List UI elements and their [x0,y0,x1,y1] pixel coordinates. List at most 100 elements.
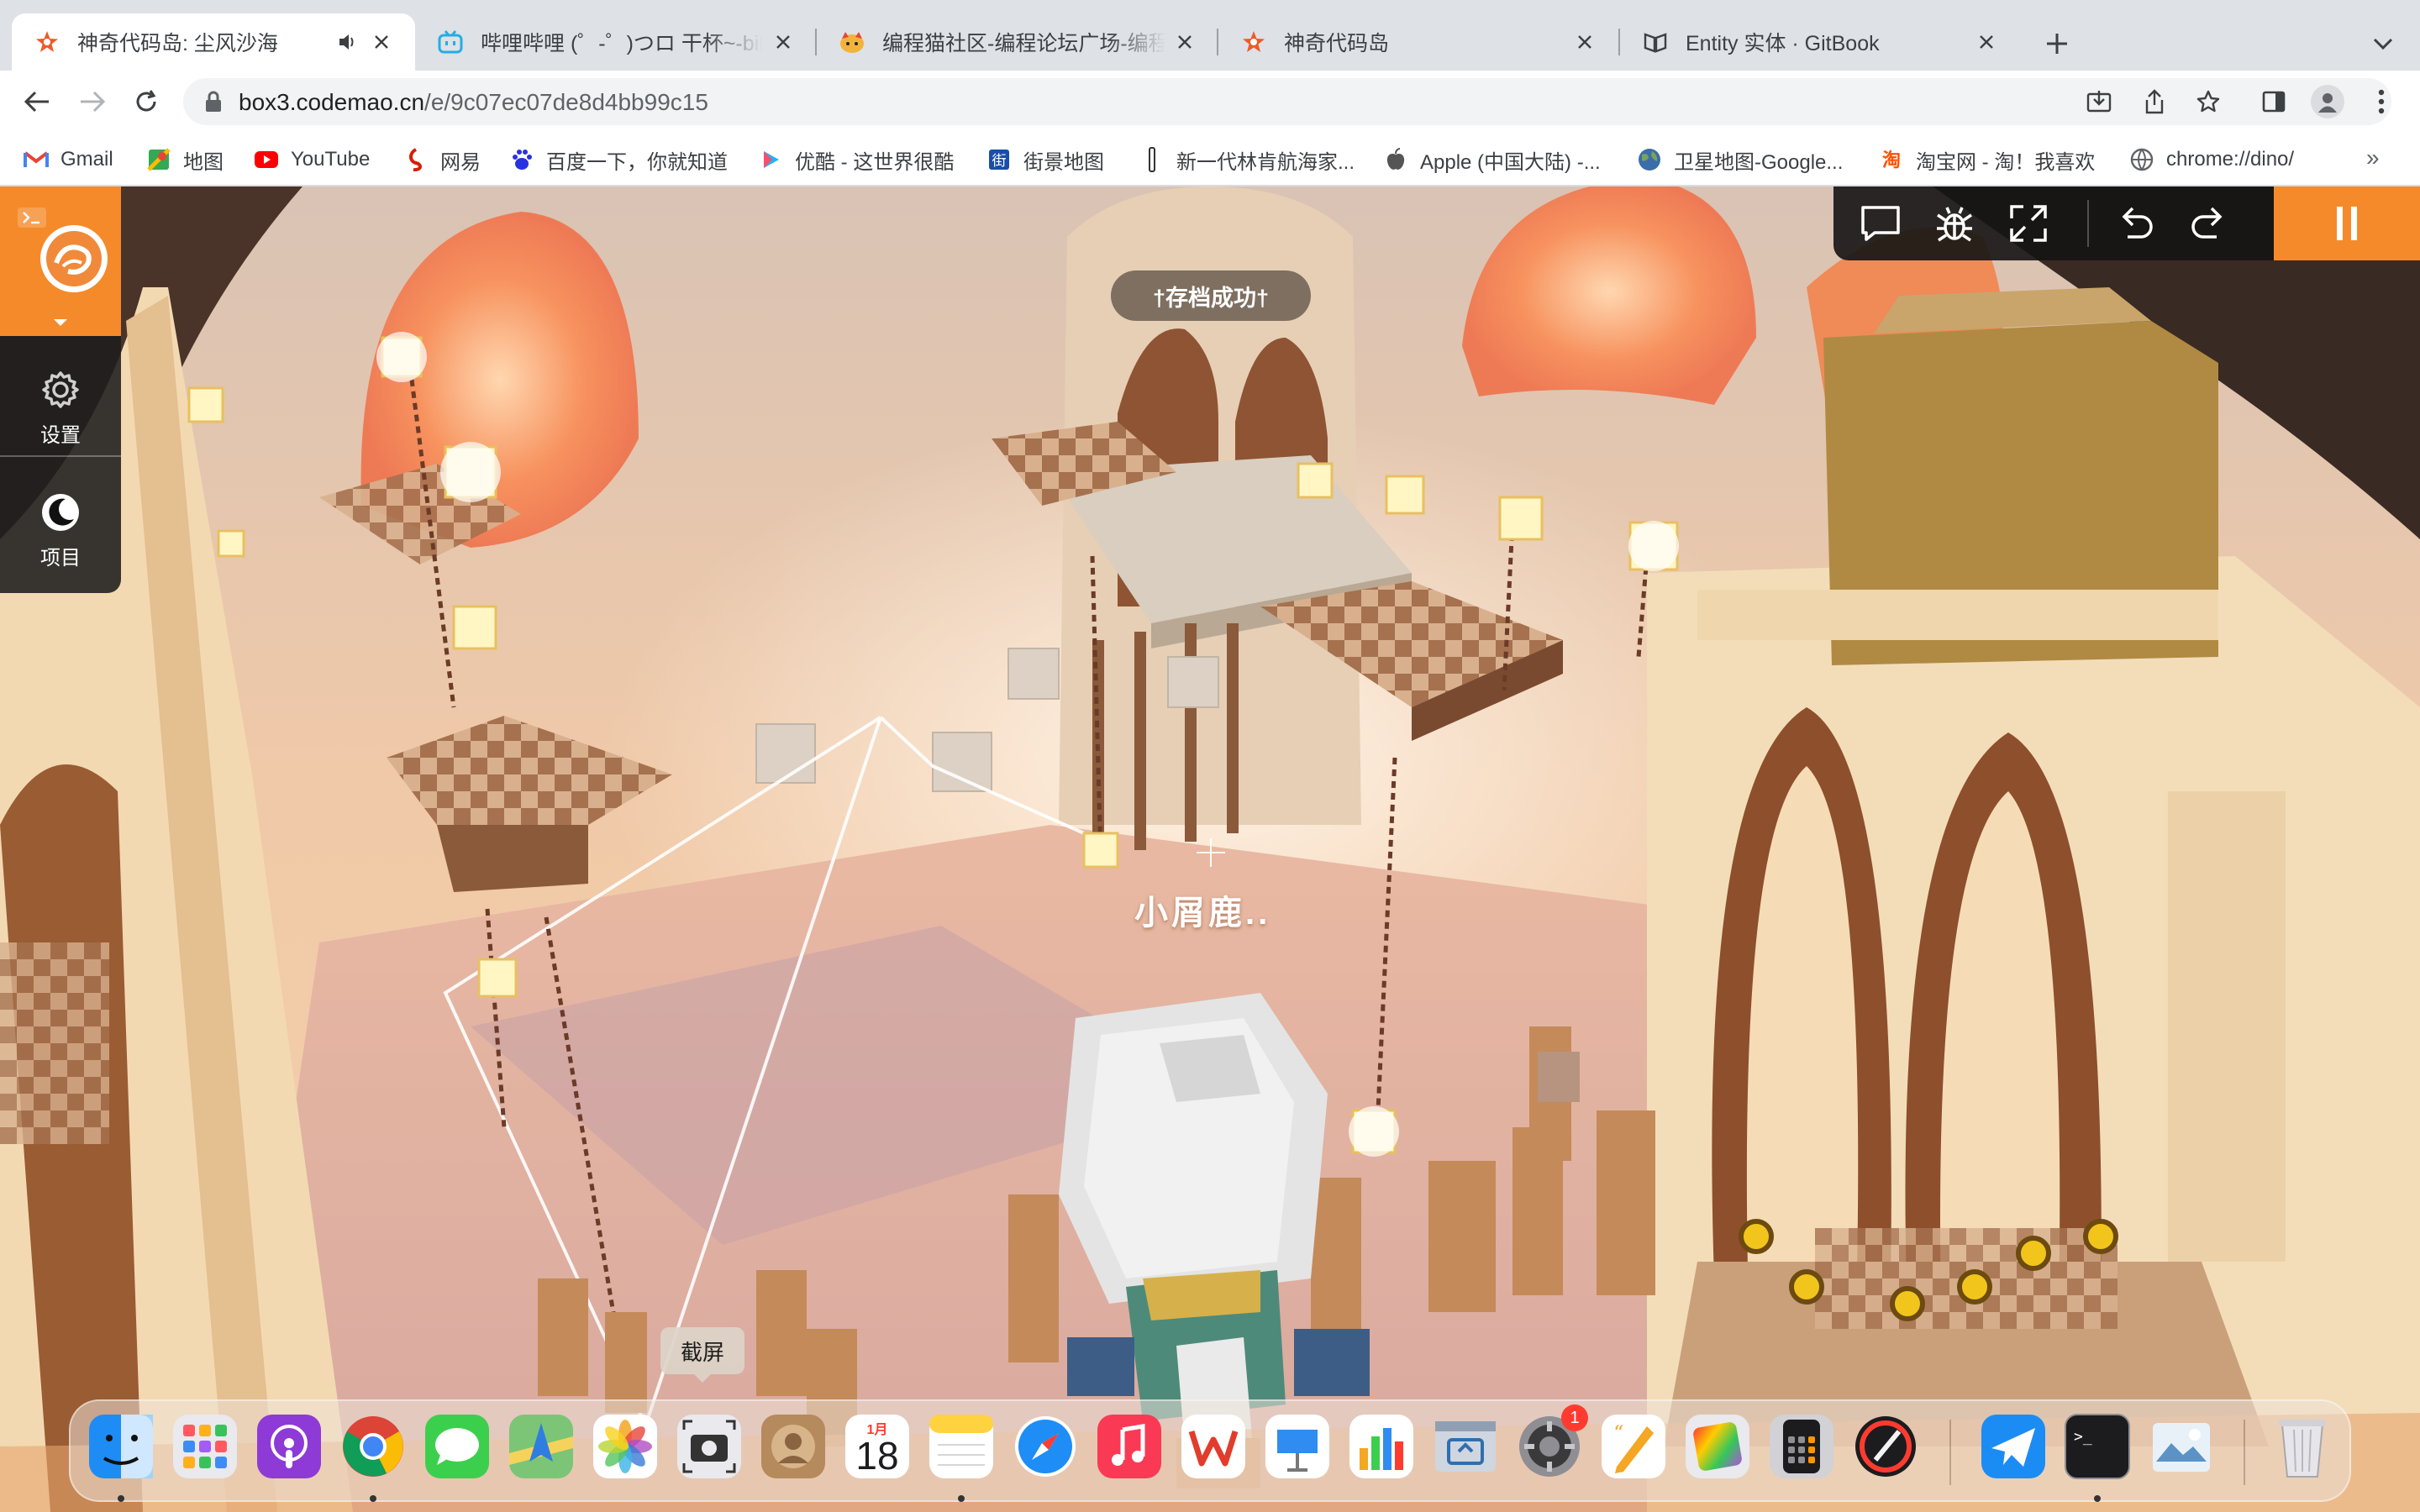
svg-text:>_: >_ [2074,1428,2092,1446]
notes-icon[interactable] [926,1411,997,1482]
close-icon[interactable] [1973,29,2000,55]
debug-button[interactable] [1933,203,1976,244]
photos-icon[interactable] [590,1411,660,1482]
system-preferences-icon[interactable]: 1 [1514,1404,1588,1482]
tab-codemao-dust-sea[interactable]: 神奇代码岛: 尘风沙海 [12,13,415,71]
profile-button[interactable] [2307,81,2348,122]
save-success-toast: †存档成功† [1111,270,1311,321]
game-sidebar: 设置 项目 [0,186,121,593]
bookmark-maps[interactable]: 地图 [146,143,224,176]
finder-icon[interactable] [86,1411,156,1482]
codemao-star-icon [1240,29,1267,55]
wps-icon[interactable] [1178,1411,1249,1482]
youtube-icon [254,147,279,172]
terminal-icon[interactable]: >_ [2062,1411,2133,1482]
running-indicator [958,1495,965,1502]
tab-strip: 神奇代码岛: 尘风沙海 哔哩哔哩 (゜-゜)つロ 干杯~-bilibili 编程… [0,0,2420,71]
podcasts-icon[interactable] [254,1411,324,1482]
sidebar-item-settings[interactable]: 设置 [0,370,121,448]
sidebar-item-project[interactable]: 项目 [0,492,121,570]
bookmark-satellite-map[interactable]: 卫星地图-Google... [1637,143,1843,176]
screenshot-icon[interactable] [674,1411,744,1482]
bookmarks-overflow-button[interactable]: » [2366,144,2380,171]
close-icon[interactable] [1571,29,1598,55]
notification-badge: 1 [1561,1404,1588,1431]
pause-button[interactable] [2274,186,2420,260]
bookmark-label: 地图 [183,150,224,174]
address-bar[interactable]: box3.codemao.cn/e/9c07ec07de8d4bb99c15 [183,78,2391,125]
bookmark-lincoln[interactable]: 新一代林肯航海家... [1139,143,1355,176]
preview-icon[interactable] [2146,1411,2217,1482]
tab-bilibili[interactable]: 哔哩哔哩 (゜-゜)つロ 干杯~-bilibili [415,13,815,71]
bookmark-label: 优酷 - 这世界很酷 [795,150,955,174]
tab-search-button[interactable] [2363,24,2403,64]
url-text[interactable]: box3.codemao.cn/e/9c07ec07de8d4bb99c15 [239,89,708,116]
mail-plane-icon[interactable] [1978,1411,2049,1482]
player-name-tag: 小屑鹿.. [1134,895,1271,932]
messages-icon[interactable] [422,1411,492,1482]
game-viewport[interactable]: 设置 项目 †存档成功† 小屑鹿.. 截屏 [0,186,2420,1512]
bookmark-taobao[interactable]: 淘 淘宝网 - 淘！我喜欢 [1879,143,2095,176]
url-path: /e/9c07ec07de8d4bb99c15 [424,89,708,115]
keynote-icon[interactable] [1262,1411,1333,1482]
tab-title: 神奇代码岛 [1284,32,1390,55]
contacts-icon[interactable] [758,1411,829,1482]
install-app-button[interactable] [2079,81,2119,122]
tab-codemao-island[interactable]: 神奇代码岛 [1218,13,1618,71]
bookmark-apple[interactable]: Apple (中国大陆) -... [1383,143,1601,176]
bookmark-gmail[interactable]: Gmail [24,143,113,176]
safari-icon[interactable] [1010,1411,1081,1482]
install-icon [2086,91,2112,113]
youku-icon [758,147,783,172]
launchpad-icon[interactable] [170,1411,240,1482]
chrome-icon[interactable] [338,1411,408,1482]
screen-sharing-icon[interactable] [1430,1411,1501,1482]
speaker-icon[interactable] [336,30,360,54]
music-icon[interactable] [1094,1411,1165,1482]
kebab-menu-icon [2378,89,2385,114]
redo-button[interactable] [2186,203,2230,244]
pages-icon[interactable]: “ [1598,1411,1669,1482]
share-button[interactable] [2134,81,2175,122]
globe-icon [1637,147,1662,172]
tab-codemao-community[interactable]: 编程猫社区-编程论坛广场-编程学习 [817,13,1217,71]
bookmark-youku[interactable]: 优酷 - 这世界很酷 [758,143,954,176]
numbers-icon[interactable] [1346,1411,1417,1482]
tab-gitbook-entity[interactable]: Entity 实体 · GitBook [1620,13,2020,71]
bookmark-street-view[interactable]: 街 街景地图 [986,143,1104,176]
bookmark-label: 网易 [440,150,481,174]
macos-dock: 1月 18 1 “ >_ [69,1399,2351,1502]
instruments-icon[interactable] [1850,1411,1921,1482]
bookmark-chrome-dino[interactable]: chrome://dino/ [2129,143,2294,176]
chat-button[interactable] [1859,203,1902,244]
chrome-menu-button[interactable] [2361,81,2402,122]
fullscreen-button[interactable] [2007,203,2050,244]
undo-button[interactable] [2114,203,2158,244]
calculator-icon[interactable] [1766,1411,1837,1482]
trash-icon[interactable] [2267,1411,2338,1482]
color-picker-icon[interactable] [1682,1411,1753,1482]
side-panel-button[interactable] [2254,81,2294,122]
bookmark-baidu[interactable]: 百度一下，你就知道 [509,143,728,176]
maps-icon [146,147,171,172]
new-tab-button[interactable] [2037,24,2077,64]
bookmark-youtube[interactable]: YouTube [254,143,370,176]
close-icon[interactable] [368,29,395,55]
close-icon[interactable] [771,29,795,55]
back-button[interactable] [17,81,57,122]
sidebar-menu: 设置 项目 [0,336,121,593]
bookmark-star-button[interactable] [2188,81,2228,122]
reload-button[interactable] [126,81,166,122]
bookmarks-bar: Gmail 地图 YouTube 网易 百度一下，你就知道 优酷 - 这世界很酷… [0,133,2420,186]
close-icon[interactable] [1174,29,1197,55]
bookmark-label: Gmail [60,148,113,171]
sidebar-header[interactable] [0,186,121,336]
bookmark-netease[interactable]: 网易 [403,143,481,176]
caret-down-icon [54,319,67,326]
undo-icon [2122,207,2153,239]
user-avatar[interactable] [40,225,108,292]
forward-button[interactable] [72,81,113,122]
calendar-icon[interactable]: 1月 18 [842,1411,913,1482]
maps-icon[interactable] [506,1411,576,1482]
bookmark-label: YouTube [291,148,371,171]
